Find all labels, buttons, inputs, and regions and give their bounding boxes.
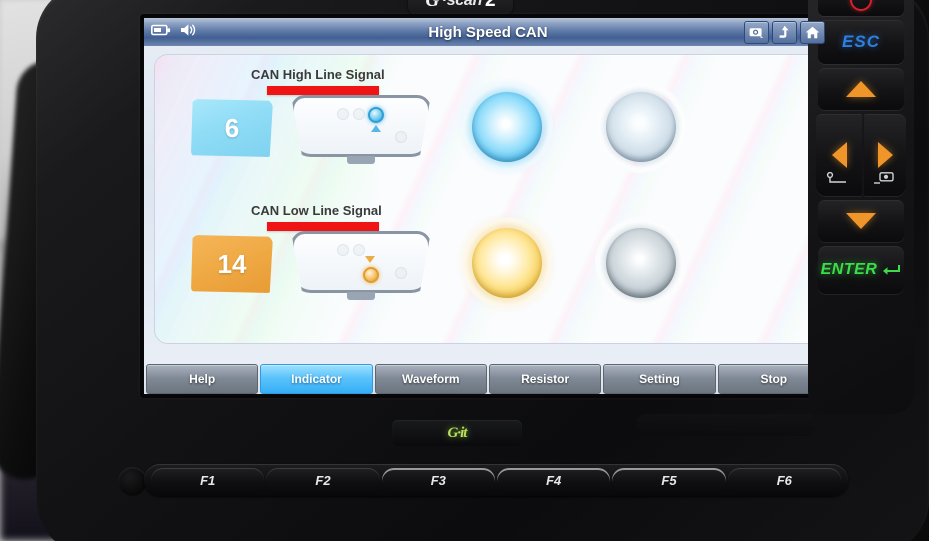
lamp-bulb [606,92,676,162]
brand-g-letter: G [425,0,439,11]
obd-connector-diagram [291,231,431,300]
signal-underline-bar [267,222,379,231]
connector-pin [395,131,407,143]
page-title: High Speed CAN [428,23,548,41]
obd-connector-diagram [291,95,431,164]
fkey-f5[interactable]: F5 [612,468,726,492]
signal-row-can-low: CAN Low Line Signal 14 [155,203,821,323]
connector-shell [291,231,431,293]
fkey-f3[interactable]: F3 [381,468,495,492]
connector-pin [337,108,349,120]
enter-button[interactable]: ENTER [818,246,904,294]
connector-pin [337,244,349,256]
hardware-keypad: ESC ENTER [808,0,914,414]
pin-marker-triangle [371,125,381,132]
indicator-lamp-high-inactive [595,81,687,173]
power-icon [850,0,872,11]
fkey-f1[interactable]: F1 [151,468,265,492]
fkey-f2[interactable]: F2 [266,468,380,492]
left-arrow-icon [831,142,847,168]
signal-underline-bar [267,86,379,95]
brand-version: 2 [484,0,496,11]
home-icon[interactable] [800,20,825,44]
status-icons [151,23,198,42]
connector-pin [395,267,407,279]
power-button[interactable] [818,0,904,16]
center-logo-badge: G·it [392,420,522,446]
connector-pin-highlighted-14 [363,267,379,283]
pin-marker-triangle [365,256,375,263]
camera-icon[interactable] [744,20,769,44]
dpad-left-button[interactable] [816,114,862,196]
lamp-bulb [606,228,676,298]
connector-pin [353,108,365,120]
brand-scan-text: ·scan [441,0,483,9]
connector-pin [353,244,365,256]
esc-button[interactable]: ESC [818,20,904,64]
signal-label: CAN High Line Signal [251,67,385,82]
tab-resistor[interactable]: Resistor [488,364,602,394]
dpad-down-button[interactable] [818,200,904,242]
signal-row-can-high: CAN High Line Signal 6 [155,67,821,187]
device-screen: High Speed CAN CAN High Line Signal 6 CA… [144,18,832,394]
tab-help[interactable]: Help [146,364,259,394]
bottom-tab-bar: Help Indicator Waveform Resistor Setting… [144,364,832,394]
scan-tool-body: G ·scan 2 High Speed CAN CAN High Line S… [36,0,929,541]
tab-waveform[interactable]: Waveform [374,364,487,394]
signal-label: CAN Low Line Signal [251,203,382,218]
connector-tab [347,292,375,300]
pin-number-badge: 6 [191,99,273,157]
lamp-bulb [472,92,542,162]
cable-icon [826,171,852,189]
connector-jack [118,467,147,496]
git-logo-text: G·it [447,424,468,441]
fkey-f6[interactable]: F6 [727,468,841,492]
dpad-up-button[interactable] [818,68,904,110]
function-key-bar: F1 F2 F3 F4 F5 F6 [144,464,848,496]
brand-plate: G ·scan 2 [408,0,513,15]
connector-pin-highlighted-6 [368,107,384,123]
content-area: CAN High Line Signal 6 CAN Low Line Sign… [144,46,832,364]
speaker-grille [636,414,816,436]
enter-label: ENTER [820,261,878,278]
pin-number-badge: 14 [191,235,273,293]
fkey-f4[interactable]: F4 [496,468,611,492]
title-bar: High Speed CAN [144,18,832,46]
indicator-lamp-high-active [461,81,553,173]
indicator-panel: CAN High Line Signal 6 CAN Low Line Sign… [154,54,822,344]
up-arrow-icon [846,81,876,97]
tab-indicator[interactable]: Indicator [260,364,373,394]
esc-label: ESC [842,32,880,51]
screenshot-root: G ·scan 2 High Speed CAN CAN High Line S… [0,0,929,541]
indicator-lamp-low-active [461,217,553,309]
camera-icon [872,172,898,189]
right-arrow-icon [877,142,893,168]
enter-arrow-icon [883,264,901,275]
connector-shell [291,95,431,157]
indicator-lamp-low-inactive [595,217,687,309]
dpad-right-button[interactable] [864,114,906,196]
battery-icon [151,23,171,41]
speaker-icon [180,23,198,42]
up-arrow-icon[interactable] [772,20,797,44]
connector-tab [347,156,375,164]
title-bar-actions [744,20,825,44]
down-arrow-icon [846,213,876,229]
lamp-bulb [472,228,542,298]
tab-setting[interactable]: Setting [603,364,716,394]
